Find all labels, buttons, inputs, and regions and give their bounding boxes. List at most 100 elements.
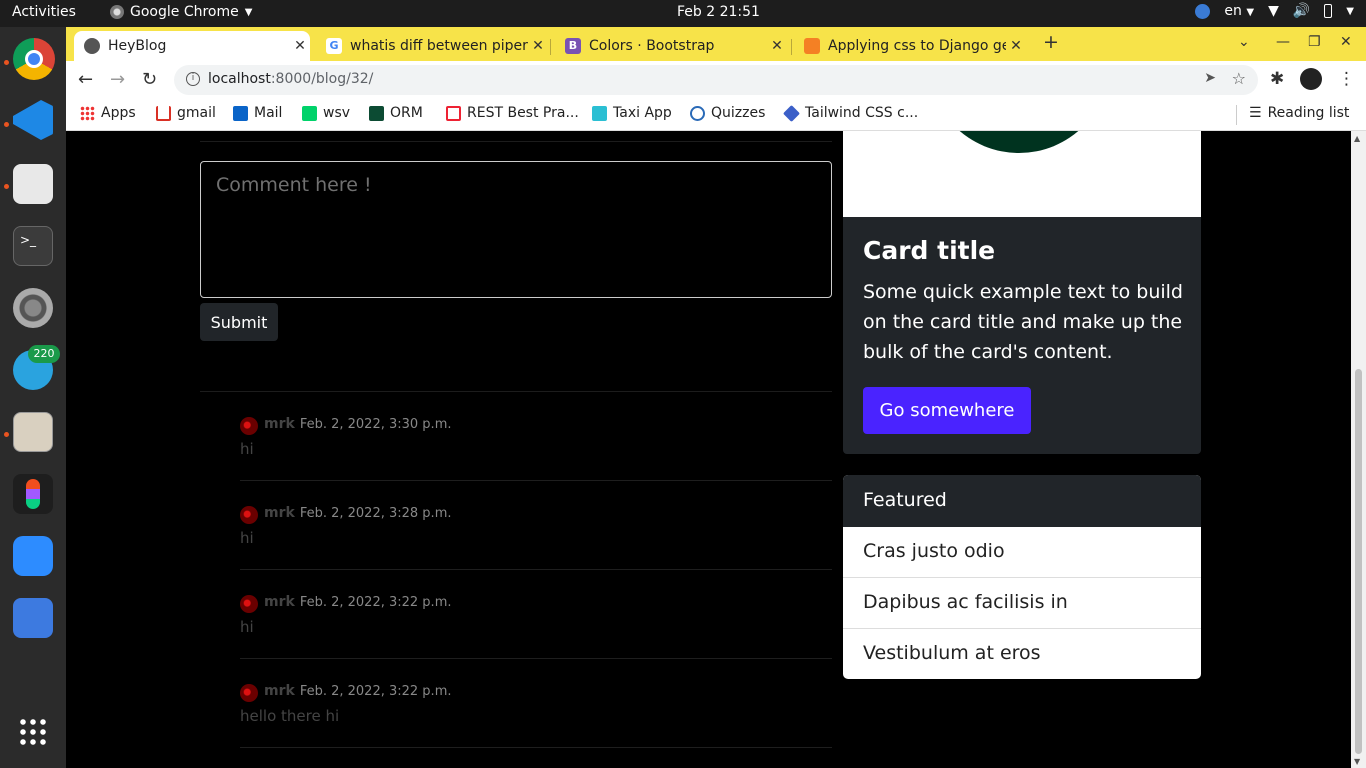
comment-date: Feb. 2, 2022, 3:22 p.m. — [299, 684, 452, 699]
browser-toolbar: ← → ↻ i localhost:8000/blog/32/ ➤ ☆ ✱ ⋮ — [66, 61, 1366, 99]
scroll-down-arrow-icon[interactable]: ▼ — [1354, 757, 1360, 766]
bookmark-tailwind[interactable]: Tailwind CSS c... — [783, 104, 918, 122]
close-tab-icon[interactable]: ✕ — [290, 38, 310, 54]
featured-header: Featured — [843, 475, 1201, 527]
activities-button[interactable]: Activities — [12, 4, 76, 20]
chrome-icon — [110, 5, 124, 19]
app-menu[interactable]: Google Chrome ▼ — [110, 4, 252, 20]
volume-icon: 🔊 — [1292, 3, 1311, 19]
submit-comment-button[interactable]: Submit — [200, 303, 278, 341]
bookmark-wsv[interactable]: wsv — [302, 105, 350, 121]
comment-text: hi — [240, 529, 254, 547]
user-avatar — [240, 417, 258, 435]
clock[interactable]: Feb 2 21:51 — [677, 4, 760, 20]
bookmark-rest[interactable]: REST Best Pra... — [446, 105, 579, 121]
tab-separator — [791, 39, 792, 55]
running-indicator — [4, 432, 9, 437]
page-viewport: Submit mrk Feb. 2, 2022, 3:30 p.m. hi mrk… — [66, 131, 1366, 768]
bookmark-orm[interactable]: ORM — [369, 105, 423, 121]
scroll-up-arrow-icon[interactable]: ▲ — [1354, 134, 1360, 143]
comment-text: hi — [240, 440, 254, 458]
menu-kebab-icon[interactable]: ⋮ — [1338, 69, 1355, 89]
document-viewer-icon[interactable] — [13, 164, 53, 204]
site-info-icon[interactable]: i — [186, 72, 200, 86]
close-tab-icon[interactable]: ✕ — [528, 38, 548, 54]
comment-author[interactable]: mrk — [264, 416, 295, 432]
vscode-icon[interactable] — [13, 100, 53, 140]
restore-icon[interactable]: ❐ — [1308, 34, 1321, 50]
user-avatar — [240, 684, 258, 702]
user-avatar — [240, 506, 258, 524]
go-somewhere-button[interactable]: Go somewhere — [863, 387, 1031, 434]
scrollbar-thumb[interactable] — [1355, 369, 1362, 754]
apps-grid-icon — [80, 105, 95, 121]
list-item[interactable]: Dapibus ac facilisis in — [843, 578, 1201, 629]
tab-stackoverflow[interactable]: Applying css to Django ge ✕ — [794, 31, 1026, 61]
bookmark-taxi[interactable]: Taxi App — [592, 105, 672, 121]
card-title: Card title — [863, 236, 996, 265]
language-indicator[interactable]: en ▼ — [1224, 3, 1254, 19]
list-item[interactable]: Vestibulum at eros — [843, 629, 1201, 679]
tab-title: Colors · Bootstrap — [589, 38, 715, 54]
files-icon[interactable] — [13, 412, 53, 452]
bookmark-star-icon[interactable]: ☆ — [1232, 69, 1246, 88]
comment-author[interactable]: mrk — [264, 505, 295, 521]
running-indicator — [4, 60, 9, 65]
close-window-icon[interactable]: ✕ — [1340, 34, 1352, 50]
bookmark-gmail[interactable]: gmail — [156, 105, 216, 121]
zoom-icon[interactable] — [13, 536, 53, 576]
close-tab-icon[interactable]: ✕ — [767, 38, 787, 54]
card-image-circle — [928, 131, 1110, 153]
address-bar[interactable]: i localhost:8000/blog/32/ ➤ ☆ — [174, 65, 1258, 95]
send-to-device-icon[interactable]: ➤ — [1204, 70, 1216, 86]
comment-author[interactable]: mrk — [264, 683, 295, 699]
comment-date: Feb. 2, 2022, 3:28 p.m. — [299, 506, 452, 521]
comment-item: mrk Feb. 2, 2022, 3:22 p.m. hello there h… — [240, 659, 832, 748]
tasks-icon[interactable] — [13, 598, 53, 638]
running-indicator — [4, 184, 9, 189]
close-tab-icon[interactable]: ✕ — [1006, 38, 1026, 54]
layers-icon — [783, 104, 800, 122]
tab-search-chevron-icon[interactable]: ⌄ — [1238, 34, 1250, 50]
extensions-puzzle-icon[interactable]: ✱ — [1270, 69, 1284, 89]
gmail-icon — [156, 105, 171, 121]
tab-google-search[interactable]: G whatis diff between piper ✕ — [316, 31, 548, 61]
dock: >_ 220 — [0, 27, 66, 768]
outlook-icon — [233, 105, 248, 121]
settings-gear-icon[interactable] — [13, 288, 53, 328]
list-item[interactable]: Cras justo odio — [843, 527, 1201, 578]
tab-heyblog[interactable]: HeyBlog ✕ — [74, 31, 310, 61]
bookmarks-bar: Apps gmail Mail wsv ORM REST Best Pra...… — [66, 99, 1366, 131]
comment-author[interactable]: mrk — [264, 594, 295, 610]
bootstrap-icon: B — [565, 38, 581, 54]
app-menu-label: Google Chrome — [130, 4, 239, 20]
bookmark-apps[interactable]: Apps — [80, 105, 136, 121]
comment-item: mrk Feb. 2, 2022, 3:30 p.m. hi — [240, 392, 832, 481]
bookmark-mail[interactable]: Mail — [233, 105, 282, 121]
forward-arrow-icon[interactable]: → — [110, 70, 125, 90]
bookmark-quizzes[interactable]: Quizzes — [690, 105, 765, 121]
new-tab-plus-icon[interactable]: + — [1043, 31, 1059, 53]
comment-input[interactable] — [200, 161, 832, 298]
stackoverflow-icon — [804, 38, 820, 54]
chrome-dock-icon[interactable] — [13, 38, 55, 80]
page-scrollbar[interactable]: ▲ ▼ — [1351, 131, 1366, 768]
card-image — [843, 131, 1201, 217]
minimize-icon[interactable]: — — [1276, 34, 1290, 50]
profile-avatar[interactable] — [1300, 68, 1322, 90]
reading-list-button[interactable]: ☰ Reading list — [1249, 105, 1349, 121]
telegram-unread-badge: 220 — [28, 345, 60, 363]
show-applications-grid-icon[interactable] — [18, 717, 48, 747]
url-text[interactable]: localhost:8000/blog/32/ — [208, 71, 373, 87]
back-arrow-icon[interactable]: ← — [78, 70, 93, 90]
comment-date: Feb. 2, 2022, 3:30 p.m. — [299, 417, 452, 432]
tab-title: Applying css to Django ge — [828, 38, 1006, 54]
figma-icon[interactable] — [13, 474, 53, 514]
network-globe-icon — [1195, 3, 1211, 19]
system-tray[interactable]: en ▼ ▼ 🔊 ▼ — [1195, 3, 1354, 19]
terminal-icon[interactable]: >_ — [13, 226, 53, 266]
card-text: Some quick example text to build on the … — [863, 281, 1183, 363]
reload-icon[interactable]: ↻ — [142, 70, 157, 90]
running-indicator — [4, 122, 9, 127]
tab-bootstrap-colors[interactable]: B Colors · Bootstrap ✕ — [555, 31, 787, 61]
